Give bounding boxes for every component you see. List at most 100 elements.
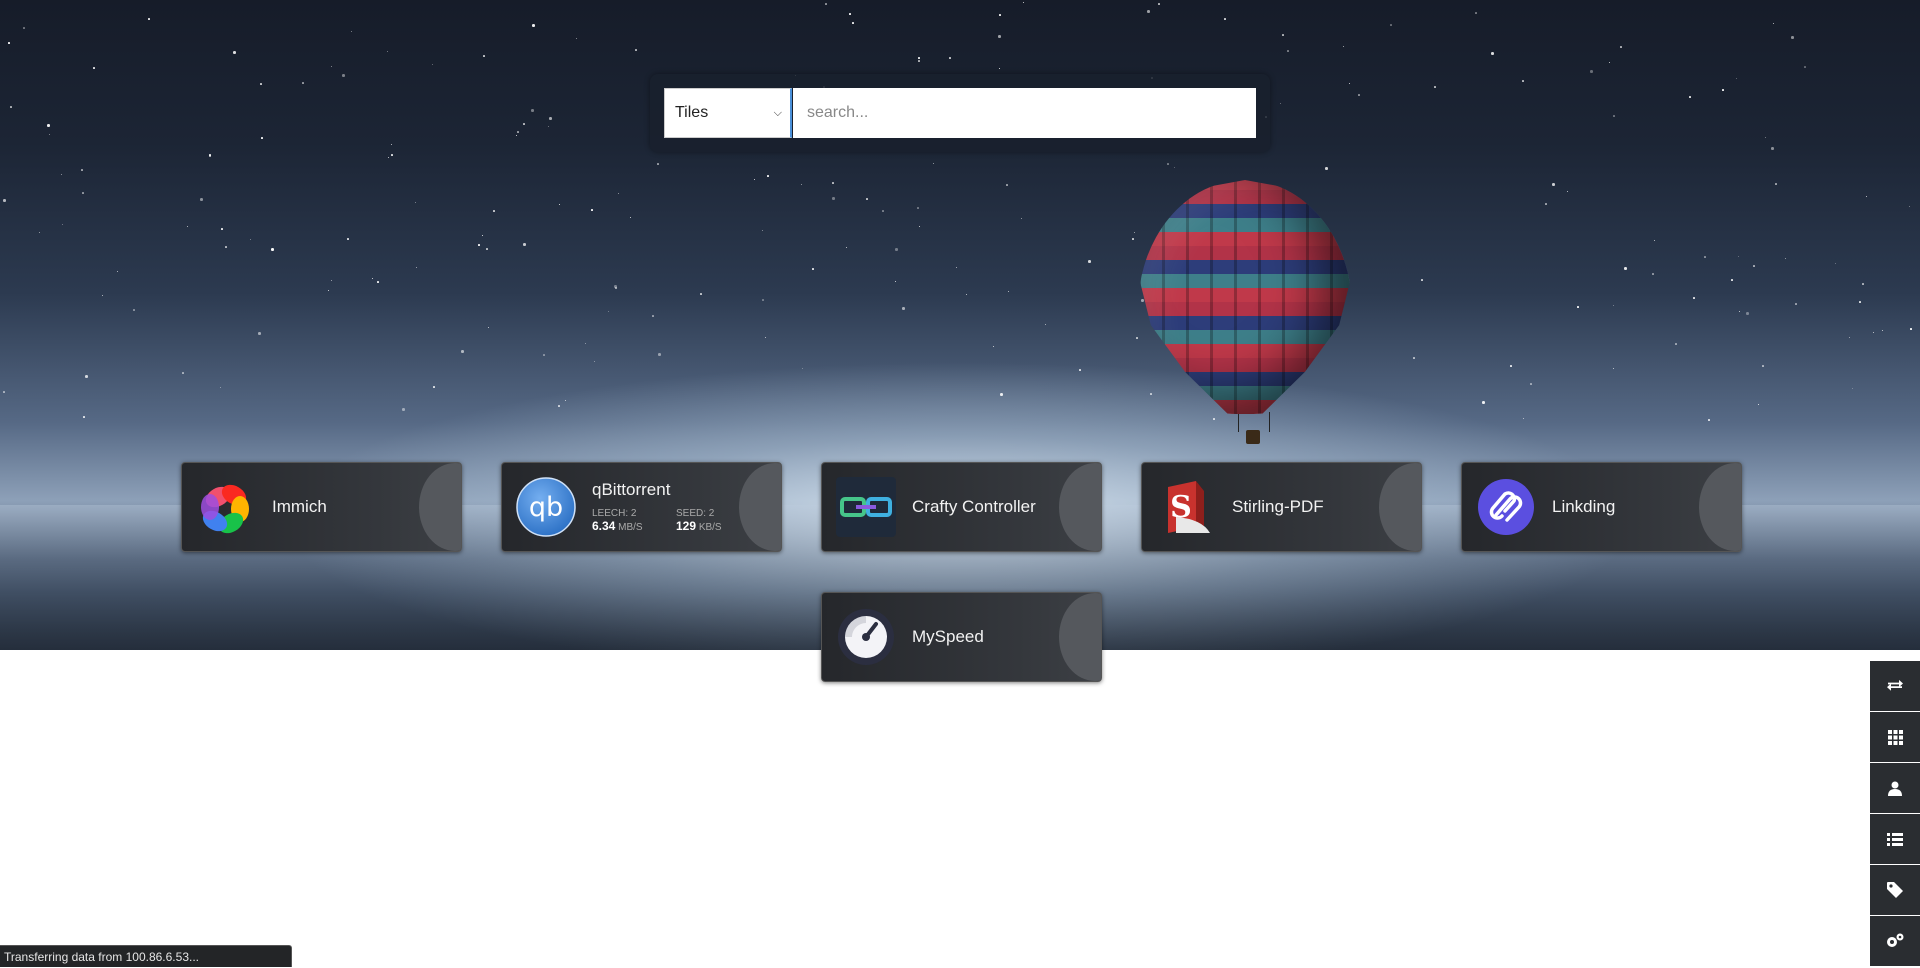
open-button[interactable]: [1379, 463, 1421, 551]
open-button[interactable]: [419, 463, 461, 551]
star: [1708, 419, 1710, 421]
star: [543, 354, 545, 356]
star: [1325, 167, 1328, 170]
open-button[interactable]: [1059, 463, 1101, 551]
immich-icon: [201, 484, 249, 534]
star: [1530, 383, 1532, 385]
search-mode-select[interactable]: Tiles ⌵: [664, 88, 792, 138]
star: [1590, 70, 1593, 73]
star: [516, 135, 517, 136]
star: [1804, 66, 1806, 68]
star: [1482, 401, 1485, 404]
tag-icon: [1887, 882, 1903, 898]
star: [1675, 343, 1677, 345]
open-button[interactable]: [739, 463, 781, 551]
star: [1609, 62, 1610, 63]
users-button[interactable]: [1870, 763, 1920, 813]
star: [1795, 303, 1797, 305]
star: [585, 343, 586, 344]
star: [1150, 393, 1152, 395]
svg-text:S: S: [1170, 490, 1192, 525]
seed-unit: KB/S: [698, 522, 722, 533]
star: [559, 204, 560, 205]
star: [1158, 3, 1160, 5]
search-panel: Tiles ⌵: [650, 74, 1270, 152]
star: [331, 66, 332, 67]
settings-button[interactable]: [1870, 916, 1920, 966]
tile-myspeed[interactable]: MySpeed: [821, 592, 1102, 682]
qbittorrent-icon: qb: [516, 477, 576, 537]
star: [209, 154, 211, 156]
star: [85, 375, 88, 378]
tile-qbittorrent[interactable]: qb qBittorrent LEECH: 2 6.34 MB/S SEED: …: [501, 462, 782, 552]
open-button[interactable]: [1699, 463, 1741, 551]
star: [1413, 357, 1415, 359]
star: [261, 137, 263, 139]
star: [478, 244, 480, 246]
star: [3, 391, 5, 393]
tile-name: qBittorrent: [592, 480, 671, 499]
star: [576, 38, 577, 39]
star: [148, 18, 150, 20]
tile-name: Linkding: [1552, 497, 1616, 516]
list-view-button[interactable]: [1870, 814, 1920, 864]
tile-immich[interactable]: Immich: [181, 462, 462, 552]
star: [918, 57, 920, 59]
star: [1746, 312, 1749, 315]
tags-button[interactable]: [1870, 865, 1920, 915]
star: [1434, 86, 1436, 88]
switch-view-button[interactable]: [1870, 661, 1920, 711]
star: [895, 281, 896, 282]
star: [762, 230, 763, 231]
star: [1613, 115, 1615, 117]
open-button[interactable]: [1059, 593, 1101, 681]
star: [331, 280, 332, 281]
hot-air-balloon: [1138, 180, 1352, 414]
star: [182, 372, 184, 374]
tile-crafty-controller[interactable]: Crafty Controller: [821, 462, 1102, 552]
star: [846, 247, 847, 248]
star: [658, 353, 661, 356]
star: [618, 193, 619, 194]
star: [762, 299, 764, 301]
star: [117, 271, 118, 272]
search-mode-value: Tiles: [675, 104, 709, 121]
star: [767, 175, 769, 177]
star: [1343, 46, 1344, 47]
star: [1791, 36, 1794, 39]
tiles-view-button[interactable]: [1870, 712, 1920, 762]
star: [1613, 305, 1614, 306]
tile-linkding[interactable]: Linkding: [1461, 462, 1742, 552]
star: [1167, 163, 1169, 165]
star: [652, 315, 654, 317]
right-sidebar: [1870, 661, 1920, 967]
star: [225, 246, 227, 248]
star: [523, 243, 526, 246]
star: [1136, 337, 1138, 339]
star: [1475, 12, 1477, 14]
tile-stirling-pdf[interactable]: S Stirling-PDF: [1141, 462, 1422, 552]
star: [493, 210, 495, 212]
star: [1613, 368, 1614, 369]
star: [1689, 96, 1691, 98]
star: [1849, 337, 1850, 338]
star: [1390, 24, 1392, 26]
list-icon: [1887, 832, 1903, 846]
star: [328, 290, 329, 291]
star: [1213, 418, 1215, 420]
star: [250, 239, 251, 240]
search-input[interactable]: [793, 88, 1256, 138]
star: [1620, 46, 1622, 48]
star: [1859, 301, 1861, 303]
star: [260, 83, 262, 85]
star: [630, 217, 631, 218]
star: [594, 361, 595, 362]
star: [1762, 365, 1764, 367]
star: [956, 267, 957, 268]
star: [1722, 89, 1724, 91]
star: [608, 311, 609, 312]
star: [391, 144, 392, 145]
star: [919, 226, 920, 227]
star: [10, 106, 12, 108]
leech-unit: MB/S: [618, 522, 643, 533]
